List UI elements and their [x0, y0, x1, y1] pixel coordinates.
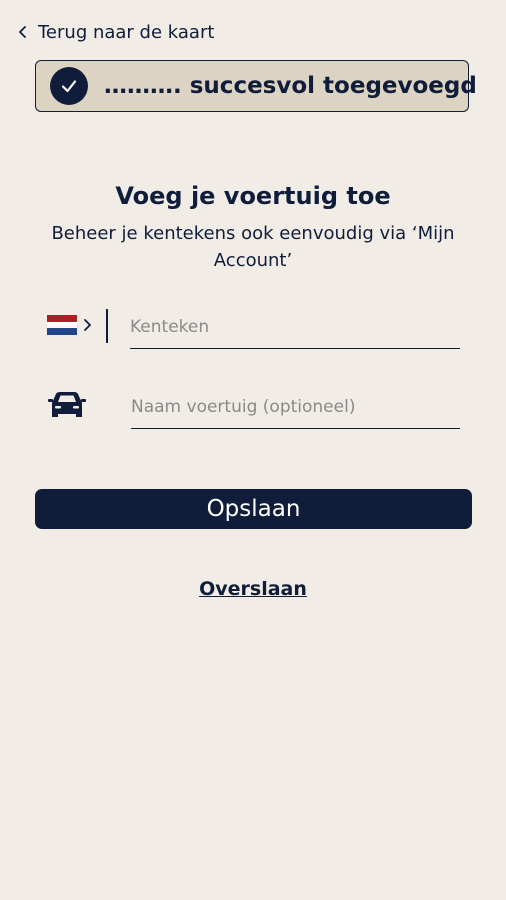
back-to-map-link[interactable]: Terug naar de kaart — [16, 18, 214, 46]
vehicle-name-input[interactable] — [131, 385, 460, 429]
chevron-right-icon — [84, 319, 91, 331]
success-toast: ………. succesvol toegevoegd — [35, 60, 477, 112]
netherlands-flag-icon — [47, 315, 77, 336]
check-circle-icon — [50, 67, 88, 105]
page-title: Voeg je voertuig toe — [115, 182, 391, 210]
license-plate-input[interactable] — [130, 305, 460, 349]
save-button[interactable]: Opslaan — [35, 489, 472, 529]
car-icon — [48, 392, 86, 417]
field-divider — [106, 309, 108, 343]
skip-link[interactable]: Overslaan — [0, 578, 506, 600]
country-selector[interactable] — [47, 311, 93, 339]
back-link-label: Terug naar de kaart — [38, 21, 215, 43]
license-plate-row — [47, 305, 460, 349]
chevron-left-icon — [19, 26, 26, 38]
page-subtitle: Beheer je kentekens ook eenvoudig via ‘M… — [51, 223, 455, 271]
toast-message: ………. succesvol toegevoegd — [104, 73, 477, 99]
vehicle-name-row — [47, 385, 460, 429]
